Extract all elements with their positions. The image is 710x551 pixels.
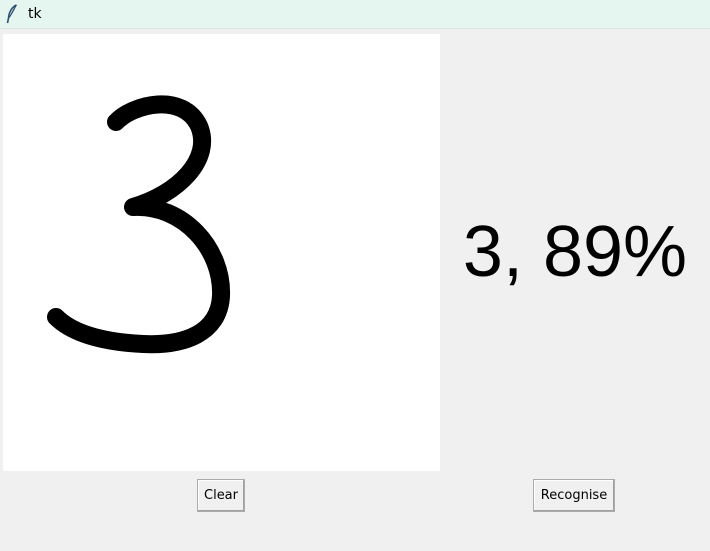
title-bar: tk — [0, 0, 710, 29]
drawing-canvas[interactable] — [3, 34, 440, 471]
digit-stroke — [47, 95, 231, 354]
clear-button[interactable]: Clear — [197, 479, 245, 512]
prediction-label: 3, 89% — [462, 212, 688, 292]
feather-icon — [5, 4, 19, 24]
window-title: tk — [28, 6, 42, 22]
recognise-button[interactable]: Recognise — [533, 479, 615, 512]
app-window: tk 3, 89% Clear Recognise — [0, 0, 710, 551]
